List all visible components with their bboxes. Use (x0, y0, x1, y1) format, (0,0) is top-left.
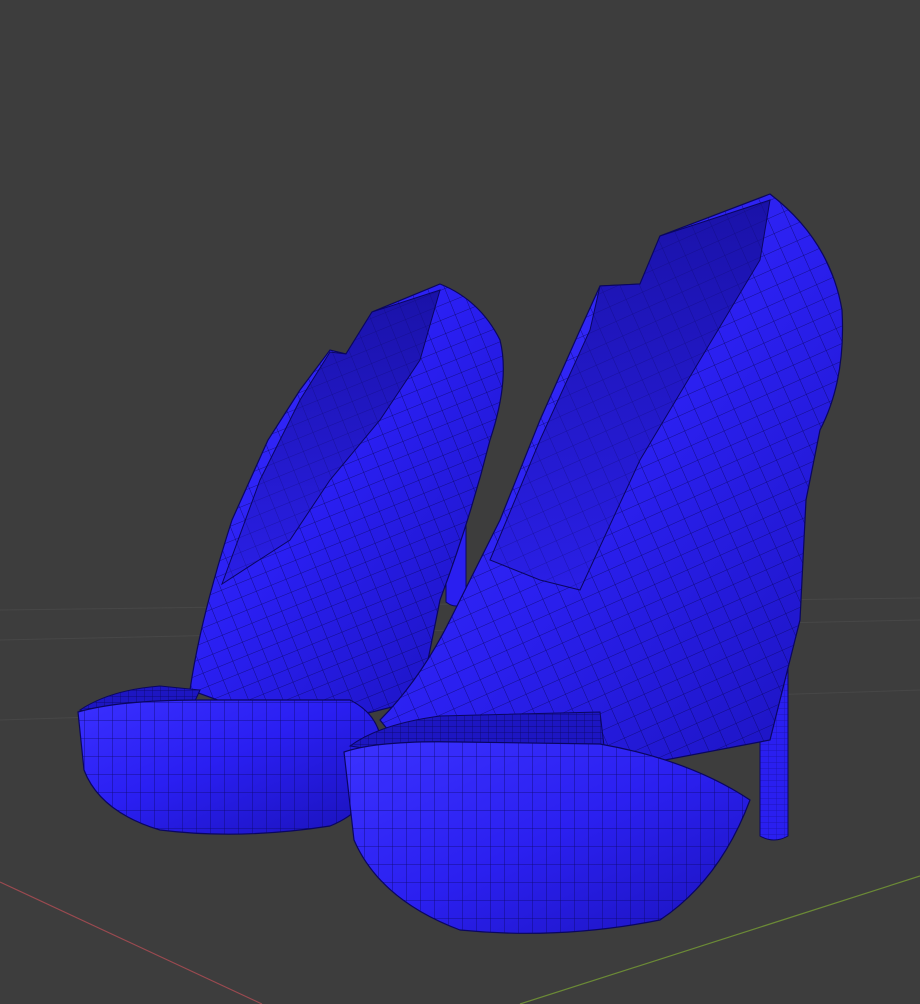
viewport-canvas[interactable] (0, 0, 920, 1004)
3d-viewport[interactable] (0, 0, 920, 1004)
x-axis-line (0, 881, 263, 1004)
